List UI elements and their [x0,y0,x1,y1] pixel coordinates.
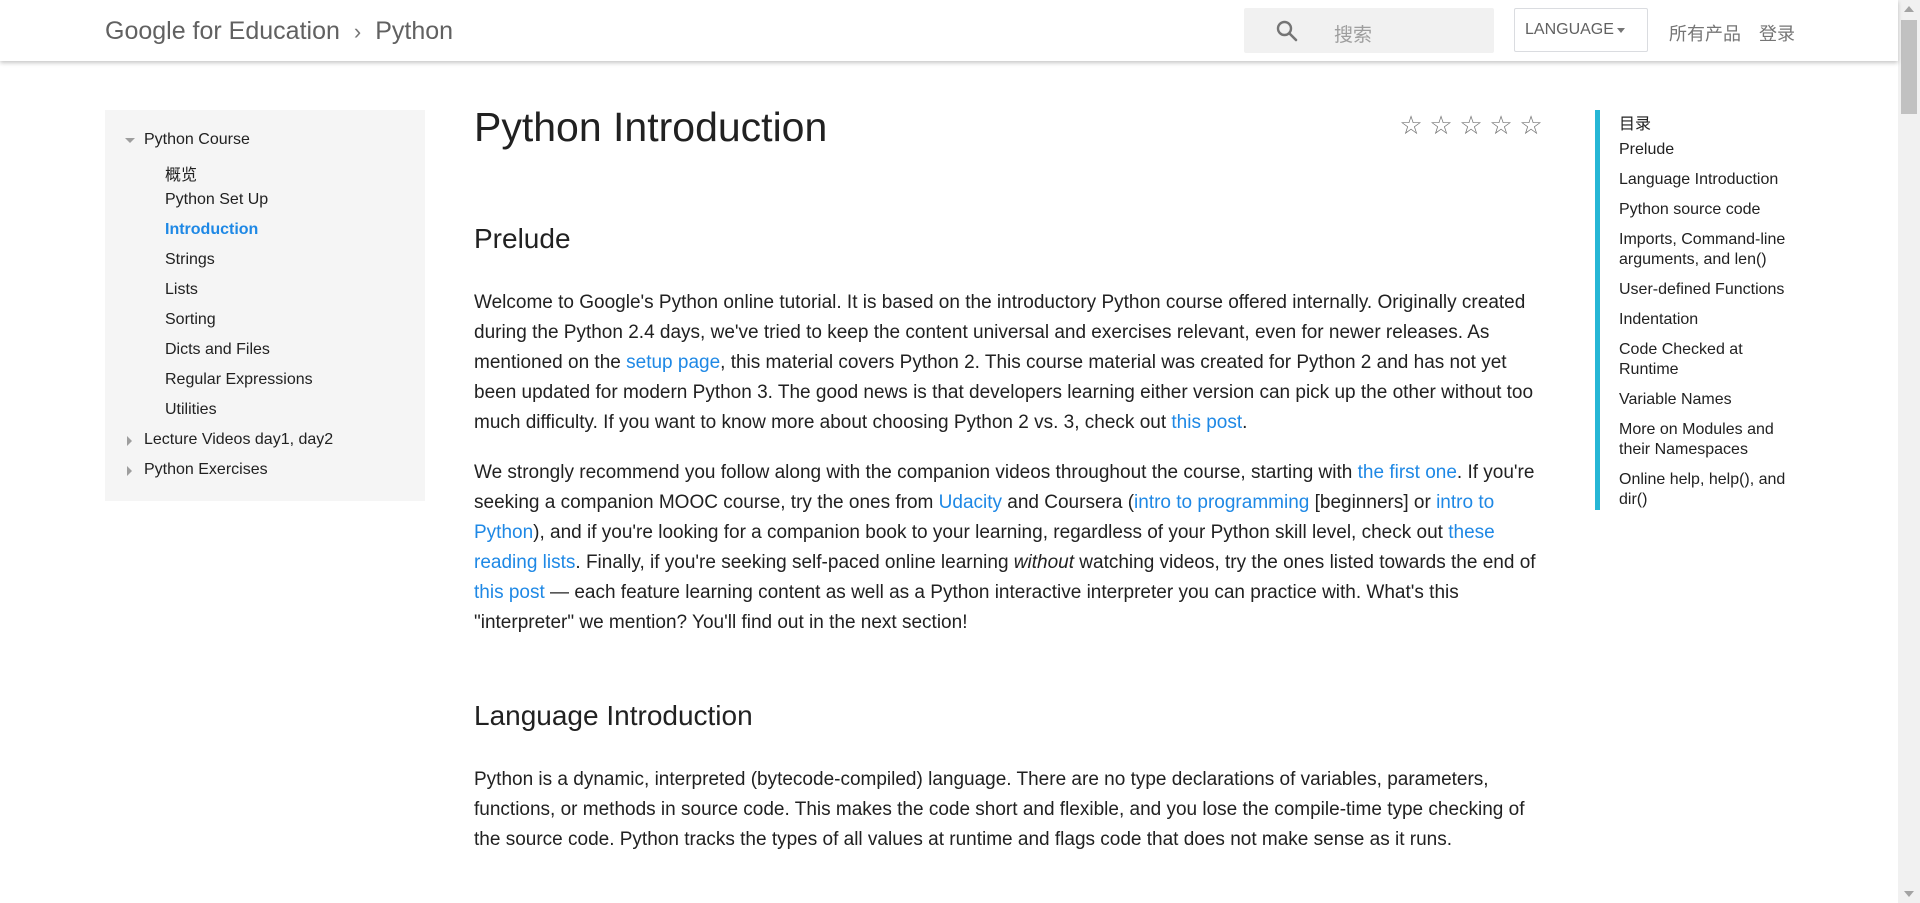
star-icon[interactable]: ☆ [1486,112,1516,138]
toc-item-language-introduction[interactable]: Language Introduction [1619,170,1799,190]
sidebar-item-exercises[interactable]: Python Exercises [144,461,268,479]
toc-item-modules-namespaces[interactable]: More on Modules and their Namespaces [1619,420,1799,460]
sidebar-item-regex[interactable]: Regular Expressions [165,371,313,389]
language-label: LANGUAGE [1525,21,1614,38]
this-post-link[interactable]: this post [1171,412,1242,433]
page-title: Python Introduction [474,104,828,150]
toc-item-prelude[interactable]: Prelude [1619,140,1799,160]
setup-page-link[interactable]: setup page [626,352,720,373]
first-video-link[interactable]: the first one [1358,462,1457,483]
toc-item-indentation[interactable]: Indentation [1619,310,1799,330]
sidebar-item-overview[interactable]: 概览 [165,161,197,185]
prelude-paragraph-1: Welcome to Google's Python online tutori… [474,292,1534,433]
intro-programming-link[interactable]: intro to programming [1134,492,1309,513]
toc-item-code-checked[interactable]: Code Checked at Runtime [1619,340,1799,380]
scroll-down-arrow-icon[interactable] [1904,891,1914,897]
breadcrumb-separator-icon: › [353,19,362,44]
heading-language-introduction: Language Introduction [474,700,753,731]
dropdown-caret-icon [1617,28,1625,33]
sidebar-item-setup[interactable]: Python Set Up [165,191,268,209]
prelude-paragraph-2: We strongly recommend you follow along w… [474,462,1536,633]
sign-in-link[interactable]: 登录 [1759,20,1795,46]
collapsed-arrow-icon[interactable] [127,466,132,476]
scroll-up-arrow-icon[interactable] [1904,6,1914,12]
star-icon[interactable]: ☆ [1516,112,1546,138]
table-of-contents: 目录 Prelude Language Introduction Python … [1595,110,1800,510]
expanded-arrow-icon[interactable] [125,138,135,143]
sidebar-item-introduction[interactable]: Introduction [165,221,258,239]
search-box[interactable]: 搜索 [1244,8,1494,53]
toc-item-python-source-code[interactable]: Python source code [1619,200,1799,220]
sidebar-item-lists[interactable]: Lists [165,281,198,299]
sidebar-item-lecture-videos[interactable]: Lecture Videos day1, day2 [144,431,333,449]
top-header: Google for Education › Python 搜索 LANGUAGE … [0,0,1898,61]
toc-title: 目录 [1619,116,1652,133]
search-input[interactable]: 搜索 [1334,20,1372,47]
toc-item-online-help[interactable]: Online help, help(), and dir() [1619,470,1799,510]
language-dropdown[interactable]: LANGUAGE [1514,8,1648,52]
toc-item-variable-names[interactable]: Variable Names [1619,390,1799,410]
this-post-link-2[interactable]: this post [474,582,545,603]
toc-item-imports[interactable]: Imports, Command-line arguments, and len… [1619,230,1799,270]
sidebar-nav: Python Course 概览 Python Set Up Introduct… [105,110,425,501]
rating-stars[interactable]: ☆ ☆ ☆ ☆ ☆ [1396,112,1546,138]
brand-link[interactable]: Google for Education [105,17,340,45]
page-scrollbar[interactable] [1898,0,1920,903]
star-icon[interactable]: ☆ [1396,112,1426,138]
sidebar-item-utilities[interactable]: Utilities [165,401,217,419]
breadcrumb: Google for Education › Python [105,17,453,46]
heading-prelude: Prelude [474,223,571,254]
search-icon[interactable] [1275,19,1299,43]
sidebar-item-sorting[interactable]: Sorting [165,311,216,329]
sidebar-item-python-course[interactable]: Python Course [144,131,250,149]
toc-item-user-defined-functions[interactable]: User-defined Functions [1619,280,1799,300]
sidebar-item-dicts-files[interactable]: Dicts and Files [165,341,270,359]
section-link[interactable]: Python [375,17,453,45]
star-icon[interactable]: ☆ [1456,112,1486,138]
scrollbar-thumb[interactable] [1901,20,1917,114]
udacity-link[interactable]: Udacity [939,492,1002,513]
all-products-link[interactable]: 所有产品 [1669,20,1741,46]
star-icon[interactable]: ☆ [1426,112,1456,138]
collapsed-arrow-icon[interactable] [127,436,132,446]
language-intro-paragraph: Python is a dynamic, interpreted (byteco… [474,769,1525,850]
sidebar-item-strings[interactable]: Strings [165,251,215,269]
